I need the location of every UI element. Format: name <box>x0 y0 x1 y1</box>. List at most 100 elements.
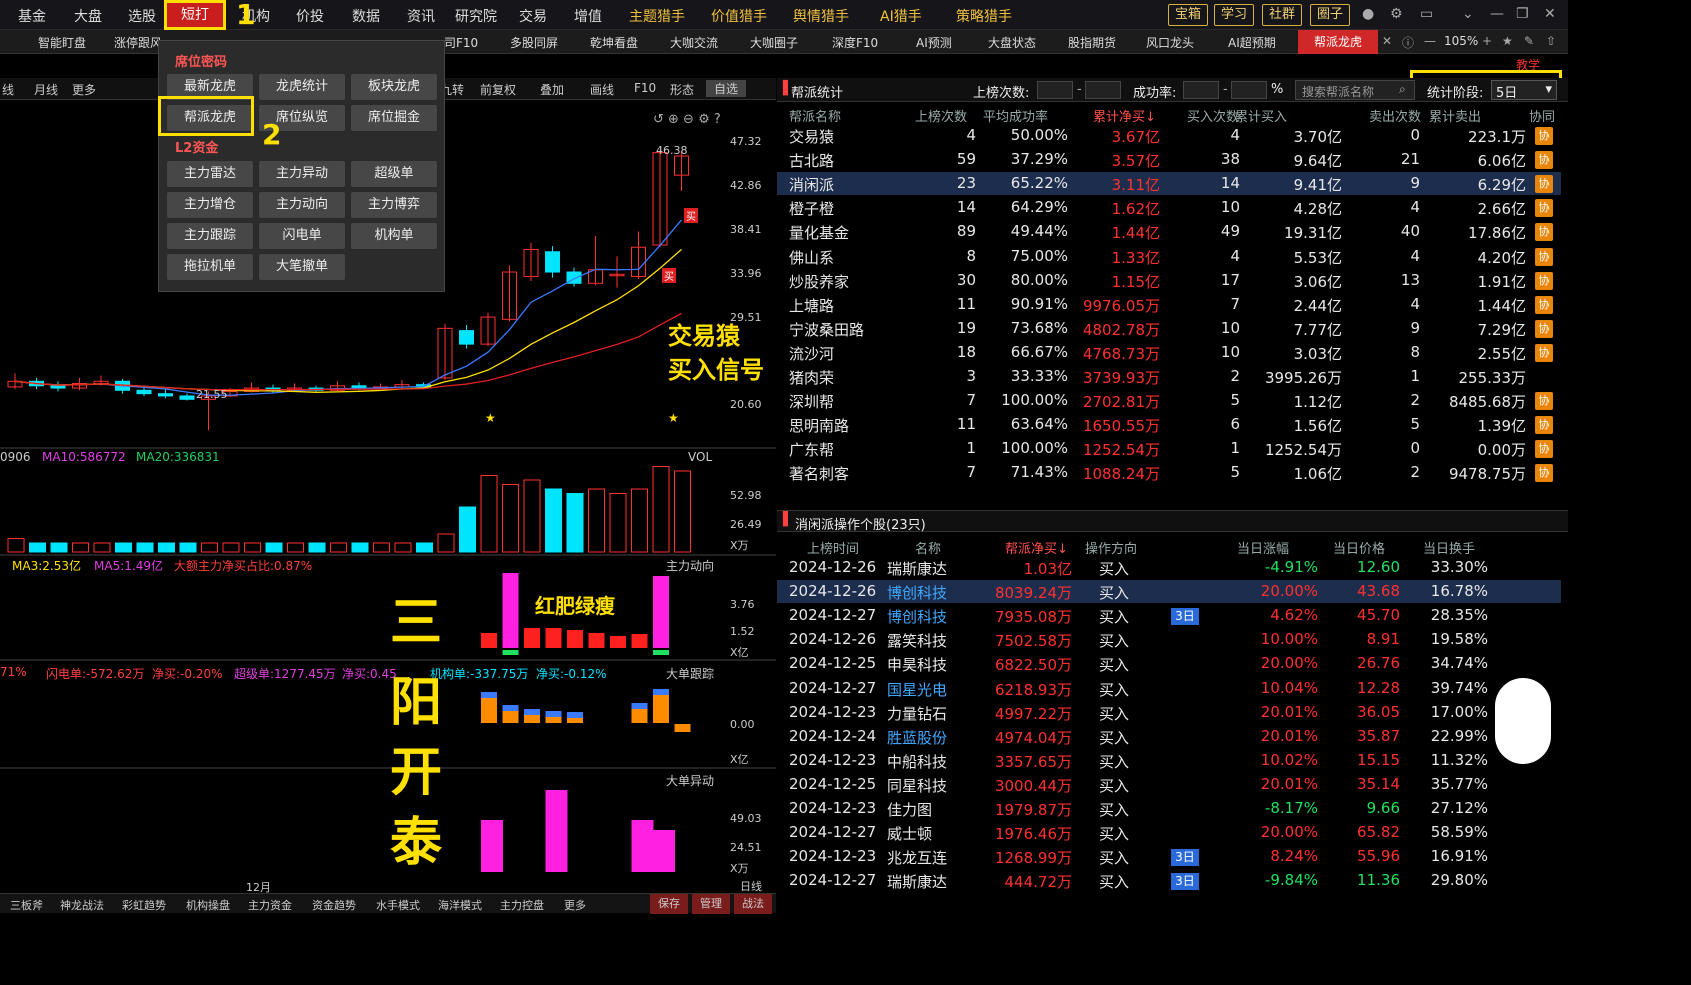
kline-tool-icons[interactable]: ↺ ⊕ ⊖ ⚙ ? <box>653 112 721 127</box>
menu-yanjiuyuan[interactable]: 研究院 <box>455 6 497 26</box>
menu-celue[interactable]: 策略猎手 <box>956 6 1012 26</box>
menu-zhuti[interactable]: 主题猎手 <box>629 6 685 26</box>
stats-col-3[interactable]: 累计净买↓ <box>1093 106 1156 125</box>
user-icon[interactable]: ● <box>1362 6 1374 22</box>
bottom-tab[interactable]: 机构操盘 <box>186 897 230 913</box>
toolbar-zixuan[interactable]: 自选 <box>706 80 747 97</box>
xietong-button[interactable]: 协 <box>1535 175 1553 194</box>
menu-jiatou[interactable]: 价投 <box>296 6 324 26</box>
toolbar-xian[interactable]: 线 <box>2 81 14 98</box>
popup-tuolajidan[interactable]: 拖拉机单 <box>167 254 253 280</box>
tab-duogutongping[interactable]: 多股同屏 <box>510 34 558 51</box>
xietong-button[interactable]: 协 <box>1535 343 1553 362</box>
xietong-button[interactable]: 协 <box>1535 247 1553 266</box>
popup-zhuliyidong[interactable]: 主力异动 <box>259 161 345 187</box>
stock-name[interactable]: 佳力图 <box>887 799 932 820</box>
xietong-button[interactable]: 协 <box>1535 199 1553 218</box>
toolbar-xingtai[interactable]: 形态 <box>670 81 694 98</box>
shequn-button[interactable]: 社群 <box>1262 4 1302 26</box>
restore-icon[interactable]: ❐ <box>1516 6 1529 22</box>
ops-col-0[interactable]: 上榜时间 <box>807 538 859 557</box>
bottom-tab[interactable]: 海洋模式 <box>438 897 482 913</box>
toolbar-huaxian[interactable]: 画线 <box>590 81 614 98</box>
stock-name[interactable]: 申昊科技 <box>887 654 947 675</box>
stats-col-1[interactable]: 上榜次数 <box>915 106 967 125</box>
xietong-button[interactable]: 协 <box>1535 440 1553 459</box>
xietong-button[interactable]: 协 <box>1535 223 1553 242</box>
bangpai-name[interactable]: 思明南路 <box>789 415 849 436</box>
menu-ai[interactable]: AI猎手 <box>880 6 922 26</box>
tab-guzhiqihuo[interactable]: 股指期货 <box>1068 34 1116 51</box>
chevron-down-icon[interactable]: ⌄ <box>1462 6 1474 22</box>
zoom-out-icon[interactable]: — <box>1424 34 1436 48</box>
star-icon[interactable]: ★ <box>1502 34 1513 48</box>
chenggong-max-input[interactable] <box>1231 81 1267 99</box>
period-select[interactable]: 5日 ▾ <box>1491 80 1557 101</box>
stock-name[interactable]: 中船科技 <box>887 751 947 772</box>
bottom-tab[interactable]: 彩虹趋势 <box>122 897 166 913</box>
menu-jijin[interactable]: 基金 <box>18 6 46 26</box>
stock-name[interactable]: 同星科技 <box>887 775 947 796</box>
popup-dabichedan[interactable]: 大笔撤单 <box>259 254 345 280</box>
quanzi-button[interactable]: 圈子 <box>1310 4 1350 26</box>
tab-qiankunkanpan[interactable]: 乾坤看盘 <box>590 34 638 51</box>
bangpai-name[interactable]: 交易猿 <box>789 126 834 147</box>
popup-zhuligenzong[interactable]: 主力跟踪 <box>167 223 253 249</box>
tab-shendu-f10[interactable]: 深度F10 <box>832 34 878 51</box>
stock-name[interactable]: 国星光电 <box>887 679 947 700</box>
tab-zhinengdingpan[interactable]: 智能盯盘 <box>38 34 86 51</box>
bangpai-name[interactable]: 古北路 <box>789 150 834 171</box>
bangpai-name[interactable]: 著名刺客 <box>789 463 849 484</box>
stock-name[interactable]: 胜蓝股份 <box>887 727 947 748</box>
stats-col-6[interactable]: 卖出次数 <box>1369 106 1421 125</box>
xietong-button[interactable]: 协 <box>1535 271 1553 290</box>
bottom-tab[interactable]: 神龙战法 <box>60 897 104 913</box>
xietong-button[interactable]: 协 <box>1535 319 1553 338</box>
tab-f10[interactable]: 司F10 <box>444 34 478 51</box>
bangpai-name[interactable]: 广东帮 <box>789 439 834 460</box>
tab-bangpai-longhu[interactable]: 帮派龙虎 <box>1298 30 1378 54</box>
edit-icon[interactable]: ✎ <box>1524 34 1534 48</box>
xietong-button[interactable]: 协 <box>1535 151 1553 170</box>
menu-jiazhi[interactable]: 价值猎手 <box>711 6 767 26</box>
xuexi-button[interactable]: 学习 <box>1214 4 1254 26</box>
stock-name[interactable]: 露笑科技 <box>887 630 947 651</box>
gear-icon[interactable]: ⚙ <box>1390 6 1403 22</box>
tab-ai-chaoyuqi[interactable]: AI超预期 <box>1228 34 1276 51</box>
stats-col-2[interactable]: 平均成功率 <box>983 106 1048 125</box>
menu-shuju[interactable]: 数据 <box>352 6 380 26</box>
popup-shandiandan[interactable]: 闪电单 <box>259 223 345 249</box>
tab-ai-yuce[interactable]: AI预测 <box>916 34 952 51</box>
ops-col-2[interactable]: 帮派净买↓ <box>1005 538 1068 557</box>
toolbar-diejia[interactable]: 叠加 <box>540 81 564 98</box>
xietong-button[interactable]: 协 <box>1535 295 1553 314</box>
menu-zengzhi[interactable]: 增值 <box>574 6 602 26</box>
popup-zhulizengcang[interactable]: 主力增仓 <box>167 192 253 218</box>
bangpai-name[interactable]: 橙子橙 <box>789 198 834 219</box>
popup-zhulidongxiang[interactable]: 主力动向 <box>259 192 345 218</box>
menu-yuqing[interactable]: 舆情猎手 <box>793 6 849 26</box>
popup-zhulibooyi[interactable]: 主力博弈 <box>351 192 437 218</box>
ops-col-1[interactable]: 名称 <box>915 538 941 557</box>
stats-col-7[interactable]: 累计卖出 <box>1429 106 1481 125</box>
window-icon[interactable]: ▭ <box>1420 6 1433 22</box>
stock-name[interactable]: 威士顿 <box>887 823 932 844</box>
zhanfa-button[interactable]: 战法 <box>734 894 772 914</box>
manage-button[interactable]: 管理 <box>692 894 730 914</box>
stats-col-8[interactable]: 协同 <box>1529 106 1555 125</box>
tab-close-icon[interactable]: ✕ <box>1382 34 1392 48</box>
stock-name[interactable]: 博创科技 <box>887 606 947 627</box>
menu-duanda[interactable]: 短打 <box>164 0 226 30</box>
menu-xuangu[interactable]: 选股 <box>128 6 156 26</box>
xietong-button[interactable]: 协 <box>1535 464 1553 483</box>
minimize-icon[interactable]: — <box>1490 6 1504 22</box>
close-icon[interactable]: ✕ <box>1544 6 1556 22</box>
toolbar-f10[interactable]: F10 <box>634 81 656 95</box>
popup-longhutongji[interactable]: 龙虎统计 <box>259 74 345 100</box>
bangpai-name[interactable]: 深圳帮 <box>789 391 834 412</box>
bangpai-name[interactable]: 流沙河 <box>789 343 834 364</box>
stats-col-0[interactable]: 帮派名称 <box>789 106 841 125</box>
tab-fengkoulongtou[interactable]: 风口龙头 <box>1146 34 1194 51</box>
toolbar-qianfuquan[interactable]: 前复权 <box>480 81 516 98</box>
stock-name[interactable]: 瑞斯康达 <box>887 871 947 892</box>
